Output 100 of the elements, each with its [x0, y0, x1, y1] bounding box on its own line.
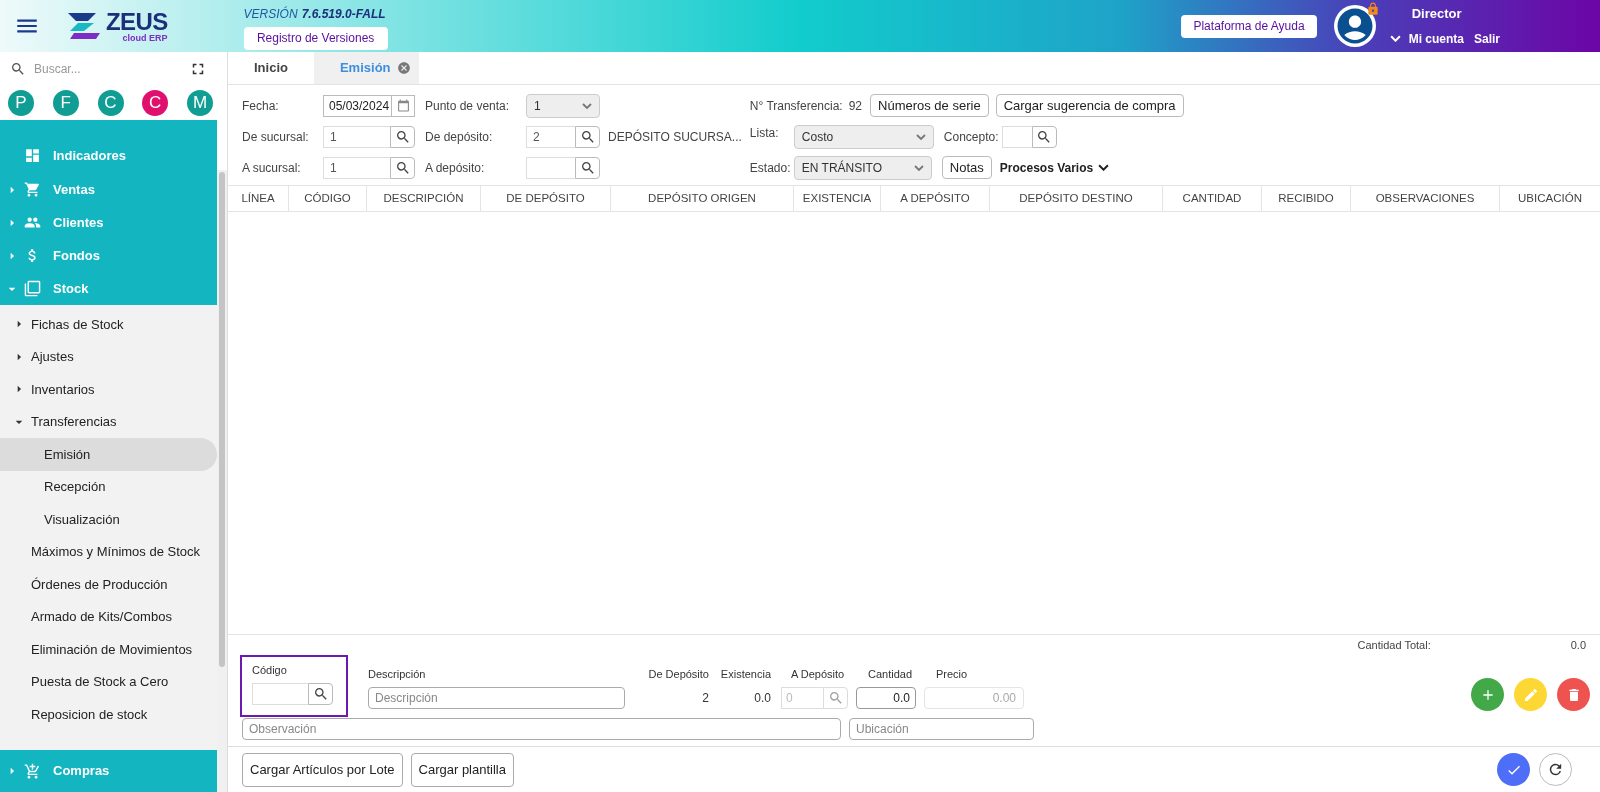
price-list-select[interactable]: Costo	[793, 124, 934, 149]
tab-label: Emisión	[339, 59, 391, 78]
quantity-label: Cantidad	[868, 666, 914, 682]
calendar-button[interactable]	[391, 94, 415, 117]
menu-item-icon	[24, 147, 41, 164]
warehouse-name: DEPÓSITO SUCURSA...	[608, 128, 742, 146]
submenu-item-label: Ajustes	[31, 348, 74, 366]
submenu-item-label: Inventarios	[31, 380, 95, 399]
menu-item-icon	[24, 181, 41, 198]
from-warehouse-value: 2	[702, 690, 709, 707]
to-warehouse-label: A depósito:	[425, 159, 486, 177]
refresh-button[interactable]	[1539, 753, 1572, 786]
date-field[interactable]: 05/03/2024	[323, 94, 391, 117]
calendar-icon	[396, 99, 410, 112]
column-header: CANTIDAD	[1163, 186, 1262, 211]
confirm-button[interactable]	[1497, 753, 1530, 786]
submenu-item[interactable]: Eliminación de Movimientos	[0, 633, 217, 666]
search-button[interactable]	[575, 125, 600, 148]
search-button[interactable]	[1031, 125, 1057, 148]
submenu-item[interactable]: Armado de Kits/Combos	[0, 600, 217, 633]
column-header: OBSERVACIONES	[1351, 186, 1500, 211]
search-icon	[312, 686, 329, 702]
submenu-item-label: Recepción	[44, 478, 106, 496]
submenu-item-label: Máximos y Mínimos de Stock	[31, 543, 201, 561]
sidebar-item-label: Fondos	[53, 246, 100, 265]
logout-link[interactable]: Salir	[1474, 29, 1500, 48]
submenu-item[interactable]: Fichas de Stock	[0, 308, 217, 341]
shortcut-badge[interactable]: C	[142, 90, 169, 116]
submenu-item[interactable]: Puesta de Stock a Cero	[0, 665, 217, 698]
status-label: Estado:	[749, 159, 792, 177]
chevron-down-icon	[915, 133, 926, 140]
column-header: DEPÓSITO DESTINO	[990, 186, 1163, 211]
search-icon	[827, 690, 844, 706]
delete-button[interactable]	[1557, 678, 1590, 711]
submenu-item-label: Órdenes de Producción	[31, 575, 168, 594]
submenu-item[interactable]: Emisión	[0, 438, 217, 471]
version-label: VERSIÓN	[243, 5, 298, 23]
my-account-link[interactable]: Mi cuenta	[1408, 29, 1464, 48]
submenu-item[interactable]: Visualización	[0, 503, 217, 536]
submenu-item[interactable]: Máximos y Mínimos de Stock	[0, 535, 217, 568]
search-icon	[579, 128, 596, 145]
notes-button[interactable]: Notas	[941, 156, 992, 179]
version-number: 7.6.519.0-FALL	[301, 5, 386, 23]
concept-label: Concepto:	[943, 128, 1000, 146]
from-branch-field[interactable]: 1	[323, 125, 390, 148]
logo-icon	[66, 11, 102, 41]
submenu-item[interactable]: Órdenes de Producción	[0, 568, 217, 601]
search-icon	[1036, 128, 1053, 145]
search-button[interactable]	[575, 156, 600, 179]
price-label: Precio	[936, 666, 969, 682]
load-button[interactable]: Cargar Artículos por Lote	[242, 752, 403, 787]
tab[interactable]: Inicio	[228, 52, 314, 84]
submenu-item[interactable]: Inventarios	[0, 373, 217, 406]
to-branch-field[interactable]: 1	[323, 156, 390, 179]
refresh-icon	[1547, 761, 1564, 778]
purchase-suggestion-button[interactable]: Cargar sugerencia de compra	[995, 94, 1184, 117]
search-button[interactable]	[390, 125, 415, 148]
submenu-item[interactable]: Transferencias	[0, 405, 217, 438]
version-history-button[interactable]: Registro de Versiones	[243, 26, 388, 50]
submenu-item[interactable]: Recepción	[0, 470, 217, 503]
search-icon	[10, 61, 26, 77]
submenu-item[interactable]: Ajustes	[0, 340, 217, 373]
status-select[interactable]: EN TRÁNSITO	[793, 155, 932, 180]
chevron-down-icon[interactable]	[1389, 35, 1401, 43]
sales-point-select[interactable]: 1	[526, 93, 600, 118]
column-header: CÓDIGO	[289, 186, 367, 211]
processes-menu-button[interactable]: Procesos Varios	[999, 158, 1110, 177]
concept-field[interactable]	[1001, 125, 1032, 148]
description-field[interactable]: Descripción	[368, 687, 625, 709]
search-icon	[394, 159, 411, 176]
submenu-item-label: Puesta de Stock a Cero	[31, 673, 169, 691]
sidebar-item-label: Ventas	[53, 180, 95, 199]
submenu-item-label: Armado de Kits/Combos	[31, 608, 172, 626]
logo-tagline: cloud ERP	[122, 33, 168, 43]
search-button[interactable]	[390, 156, 415, 179]
from-warehouse-label: De depósito:	[425, 128, 494, 146]
add-button[interactable]	[1471, 678, 1504, 711]
search-field[interactable]: Buscar...	[34, 60, 181, 78]
search-icon	[579, 159, 596, 176]
submenu-item-label: Emisión	[44, 445, 91, 464]
close-icon[interactable]	[396, 61, 411, 75]
sidebar-item-label: Clientes	[53, 213, 104, 232]
observation-field[interactable]: Observación	[242, 718, 841, 740]
from-warehouse-field[interactable]: 2	[526, 125, 575, 148]
load-button[interactable]: Cargar plantilla	[410, 752, 514, 787]
help-platform-button[interactable]: Plataforma de Ayuda	[1181, 14, 1317, 38]
submenu-item[interactable]: Reposicion de stock	[0, 698, 217, 731]
stock-column-label: Existencia	[720, 666, 771, 682]
quantity-field[interactable]: 0.0	[856, 687, 916, 709]
sidebar-item-label: Indicadores	[53, 146, 126, 165]
menu-item-icon	[24, 762, 41, 780]
serial-numbers-button[interactable]: Números de serie	[870, 94, 989, 117]
location-field[interactable]: Ubicación	[849, 718, 1034, 740]
column-header: DESCRIPCIÓN	[367, 186, 481, 211]
column-header: DE DEPÓSITO	[481, 186, 611, 211]
total-quantity-label: Cantidad Total:	[1357, 637, 1431, 653]
search-button[interactable]	[308, 683, 333, 705]
tab-label: Inicio	[254, 59, 288, 78]
submenu-item-label: Eliminación de Movimientos	[31, 640, 193, 659]
to-warehouse-column-label: A Depósito	[791, 666, 846, 682]
